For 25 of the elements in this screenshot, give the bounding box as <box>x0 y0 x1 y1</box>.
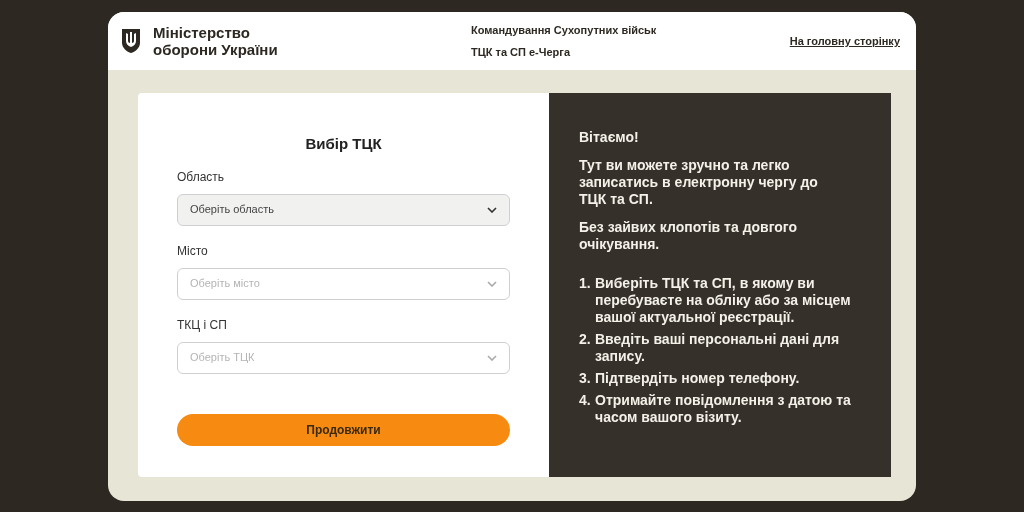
step-text: Виберіть ТЦК та СП, в якому ви перебуваєте на обліку або за місцем вашої актуальної реєстрації. <box>595 275 852 326</box>
field-label: ТКЦ і СП <box>177 316 228 334</box>
step-text: Отримайте повідомлення з датою та часом вашого візиту. <box>595 392 852 426</box>
continue-button[interactable]: Продовжити <box>177 413 510 446</box>
chevron-down-icon <box>487 354 497 361</box>
step-number: 1. <box>579 275 592 293</box>
trident-shield-icon <box>121 28 141 54</box>
chevron-down-icon <box>487 280 497 287</box>
step-number: 3. <box>579 370 592 387</box>
form-title: Вибір ТЦК <box>305 134 382 154</box>
header-subtitle: Командування Сухопутних військ <box>471 23 657 38</box>
step-text: Введіть ваші персональні дані для запису. <box>595 331 841 365</box>
field-label: Місто <box>177 242 209 260</box>
info-paragraph: Без зайвих клопотів та довгого очікування. <box>579 219 799 253</box>
select-field[interactable]: Оберіть область <box>177 193 510 226</box>
header-subtitle: ТЦК та СП е-Черга <box>471 44 572 60</box>
ministry-name: Міністерство оборони України <box>153 24 279 58</box>
field-label: Область <box>177 168 226 186</box>
greeting-text: Вітаємо! <box>579 129 640 146</box>
home-link[interactable]: На головну сторінку <box>789 32 900 50</box>
chevron-down-icon <box>487 206 497 213</box>
step-number: 4. <box>579 392 592 410</box>
info-paragraph: Тут ви можете зручно та легко записатись в електронну чергу до ТЦК та СП. <box>579 157 819 208</box>
step-number: 2. <box>579 331 592 349</box>
step-text: Підтвердіть номер телефону. <box>595 370 801 387</box>
